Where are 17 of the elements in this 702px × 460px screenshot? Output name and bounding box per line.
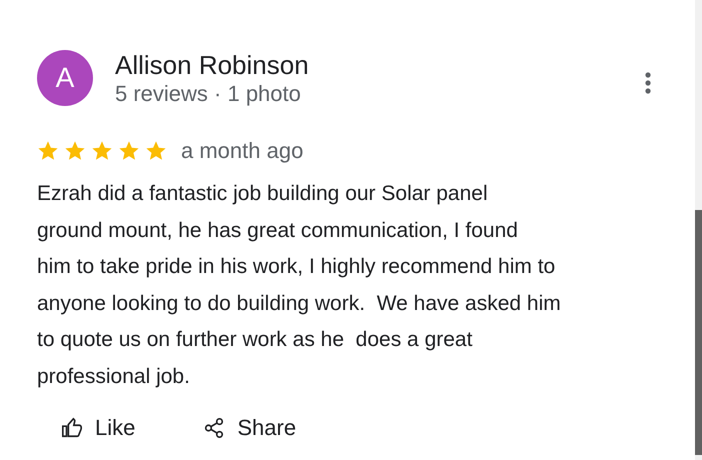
star-icon: [37, 140, 59, 162]
avatar: A: [37, 50, 93, 106]
star-icon: [118, 140, 140, 162]
share-button[interactable]: Share: [199, 415, 300, 441]
scrollbar[interactable]: [695, 0, 702, 460]
share-icon: [203, 417, 226, 439]
review-date: a month ago: [181, 138, 304, 164]
author-name[interactable]: Allison Robinson: [115, 50, 645, 80]
more-options-icon[interactable]: [645, 72, 651, 94]
star-icon: [64, 140, 86, 162]
thumbs-up-icon: [61, 417, 83, 439]
review-count: 5 reviews · 1 photo: [115, 80, 302, 108]
like-button[interactable]: Like: [57, 415, 140, 441]
review-text: Ezrah did a fantastic job building our Solar panel ground mount, he has great communication, I found him to take pride in his work, I highly recommend him to anyone looking to do building work. We have asked him to quote us on further work as he does a great professional job.: [37, 181, 562, 390]
scrollbar-thumb[interactable]: [695, 210, 702, 455]
star-icon: [145, 140, 167, 162]
star-icon: [91, 140, 113, 162]
